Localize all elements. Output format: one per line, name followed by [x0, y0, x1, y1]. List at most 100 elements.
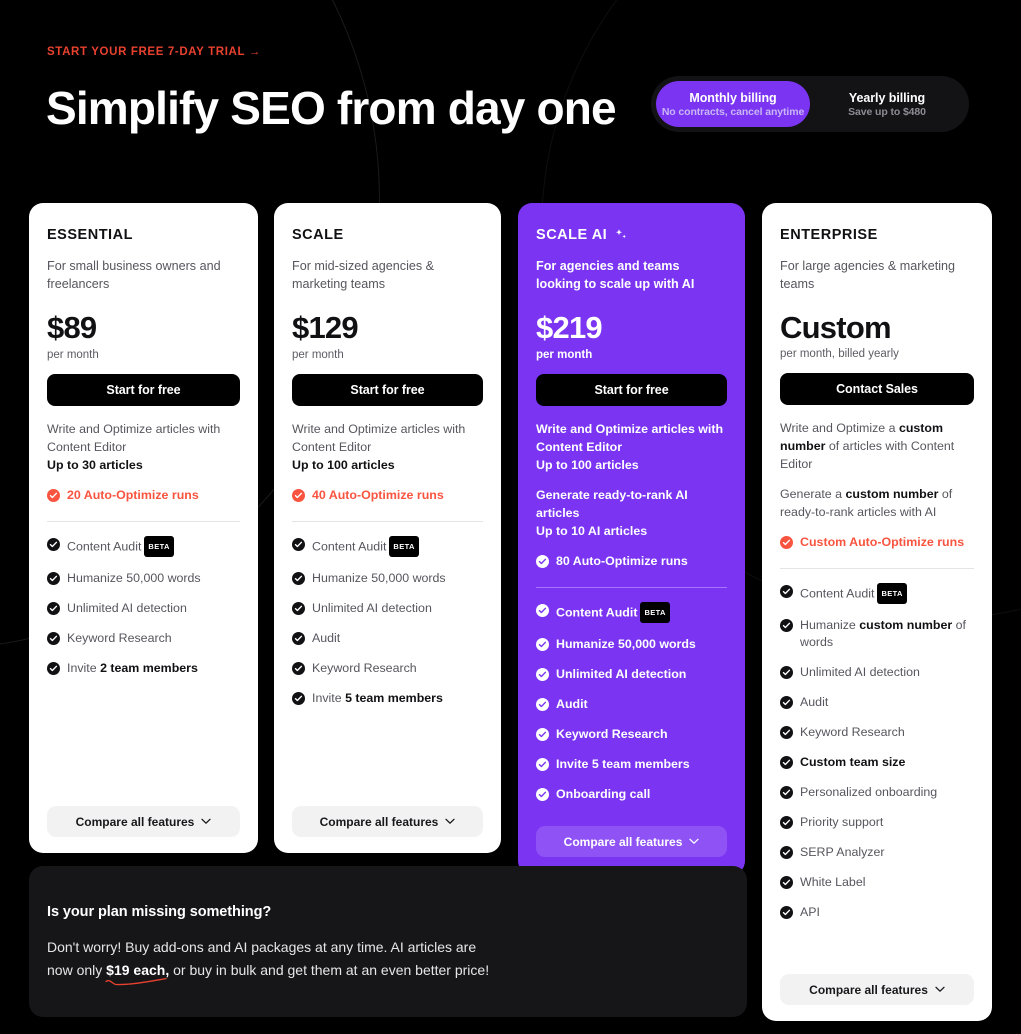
feature-label: White Label	[800, 875, 866, 889]
compare-all-features-button[interactable]: Compare all features	[292, 806, 484, 837]
beta-badge: BETA	[389, 536, 419, 557]
feature-label: Onboarding call	[556, 787, 651, 801]
feature-label: Humanize 50,000 words	[67, 571, 201, 585]
plan-blurb-ai-text: Generate ready-to-rank AI articles	[536, 488, 688, 520]
feature-label: Keyword Research	[312, 661, 417, 675]
callout-body: Don't worry! Buy add-ons and AI packages…	[47, 936, 547, 986]
compare-label: Compare all features	[563, 834, 683, 849]
plan-blurb-ai: Generate a custom number of ready-to-ran…	[780, 485, 974, 521]
feature-item: SERP Analyzer	[780, 844, 974, 861]
billing-yearly-sublabel: Save up to $480	[848, 105, 926, 118]
plan-price-note: per month	[536, 349, 593, 361]
check-circle-icon	[780, 666, 794, 679]
plan-name-text: ESSENTIAL	[47, 227, 133, 243]
plan-description: For mid-sized agencies & marketing teams	[292, 259, 435, 291]
feature-item: Humanize 50,000 words	[292, 570, 483, 587]
beta-badge: BETA	[144, 536, 174, 557]
plan-name-text: SCALE	[292, 227, 344, 243]
compare-all-features-button[interactable]: Compare all features	[47, 806, 240, 837]
check-circle-icon	[47, 489, 60, 502]
feature-item: White Label	[780, 874, 974, 891]
check-circle-icon	[47, 602, 60, 615]
feature-label: Priority support	[800, 815, 884, 829]
plan-price-note: per month	[47, 349, 99, 361]
feature-label: Unlimited AI detection	[67, 601, 187, 615]
start-for-free-button[interactable]: Start for free	[536, 374, 728, 406]
plan-blurb-pre: Write and Optimize a	[780, 421, 899, 435]
compare-all-features-button[interactable]: Compare all features	[780, 974, 975, 1005]
check-circle-icon	[780, 619, 794, 632]
compare-all-features-button[interactable]: Compare all features	[536, 826, 728, 857]
billing-yearly-label: Yearly billing	[848, 90, 926, 105]
feature-item: Personalized onboarding	[780, 784, 974, 801]
billing-monthly-sublabel: No contracts, cancel anytime	[661, 105, 805, 118]
plan-description: For small business owners and freelancer…	[47, 259, 221, 291]
callout-line1: Don't worry! Buy add-ons and AI packages…	[47, 939, 477, 955]
check-circle-icon	[292, 692, 305, 705]
check-circle-icon	[780, 756, 794, 769]
plan-blurb: Write and Optimize a custom number of ar…	[780, 419, 974, 473]
check-circle-icon	[536, 758, 550, 771]
feature-label: Unlimited AI detection	[800, 665, 920, 679]
underline-squiggle-icon	[105, 977, 167, 986]
callout-line2-pre: now only	[47, 962, 107, 978]
start-for-free-button[interactable]: Start for free	[292, 374, 484, 406]
auto-optimize-runs-label: 20 Auto-Optimize runs	[67, 488, 199, 502]
contact-sales-button[interactable]: Contact Sales	[780, 373, 975, 405]
check-circle-icon	[780, 846, 794, 859]
billing-period-toggle[interactable]: Monthly billing No contracts, cancel any…	[651, 76, 969, 132]
chevron-down-icon	[935, 986, 945, 992]
plan-blurb-ai-pre: Generate a	[780, 487, 846, 501]
feature-label: Unlimited AI detection	[556, 667, 687, 681]
plan-blurb-text: Write and Optimize articles with Content…	[292, 422, 466, 454]
feature-label: Content Audit BETA	[67, 536, 174, 557]
sparkle-icon	[614, 228, 628, 242]
start-for-free-button[interactable]: Start for free	[47, 374, 240, 406]
feature-item: Audit	[536, 696, 727, 713]
plan-name: ESSENTIAL	[47, 227, 240, 243]
auto-optimize-runs-label: 80 Auto-Optimize runs	[556, 554, 688, 568]
check-circle-icon	[536, 604, 550, 617]
billing-option-monthly[interactable]: Monthly billing No contracts, cancel any…	[656, 81, 810, 127]
plan-blurb: Write and Optimize articles with Content…	[536, 420, 727, 474]
check-circle-icon	[780, 906, 794, 919]
check-circle-icon	[292, 602, 305, 615]
feature-label: API	[800, 905, 821, 919]
feature-item: Humanize 50,000 words	[47, 570, 240, 587]
check-circle-icon	[47, 662, 60, 675]
plan-price: $129	[292, 310, 359, 345]
check-circle-icon	[536, 555, 550, 568]
feature-item: Keyword Research	[780, 724, 974, 741]
pricing-card-scale: SCALE For mid-sized agencies & marketing…	[274, 203, 502, 853]
plan-price-note: per month, billed yearly	[780, 348, 899, 360]
plan-price: $219	[536, 310, 603, 345]
feature-item: Keyword Research	[292, 660, 483, 677]
feature-label: Keyword Research	[800, 725, 905, 739]
pricing-card-enterprise: ENTERPRISE For large agencies & marketin…	[762, 203, 993, 1021]
feature-item: Custom team size	[780, 754, 974, 771]
feature-label: SERP Analyzer	[800, 845, 885, 859]
feature-item: Keyword Research	[47, 630, 240, 647]
compare-label: Compare all features	[809, 982, 928, 997]
feature-item: Unlimited AI detection	[536, 666, 727, 683]
auto-optimize-runs-row: 20 Auto-Optimize runs	[47, 487, 240, 504]
auto-optimize-runs-row: Custom Auto-Optimize runs	[780, 534, 974, 551]
billing-option-yearly[interactable]: Yearly billing Save up to $480	[810, 81, 964, 127]
feature-label: Audit	[312, 631, 341, 645]
check-circle-icon	[536, 698, 550, 711]
trial-eyebrow-link[interactable]: START YOUR FREE 7-DAY TRIAL →	[47, 46, 261, 58]
beta-badge: BETA	[640, 602, 670, 623]
chevron-down-icon	[201, 818, 212, 824]
feature-label: Audit	[556, 697, 588, 711]
plan-blurb-ai-bold: custom number	[845, 487, 939, 501]
addons-callout: Is your plan missing something? Don't wo…	[29, 866, 747, 1017]
feature-item: Invite 5 team members	[292, 690, 483, 707]
feature-item: Content Audit BETA	[292, 536, 483, 557]
card-divider	[536, 587, 728, 588]
feature-label: Invite 5 team members	[312, 691, 443, 705]
check-circle-icon	[292, 662, 305, 675]
plan-blurb-text: Write and Optimize articles with Content…	[536, 422, 724, 454]
feature-label: Humanize 50,000 words	[556, 637, 696, 651]
feature-label: Unlimited AI detection	[312, 601, 432, 615]
plan-blurb-ai: Generate ready-to-rank AI articles Up to…	[536, 486, 727, 540]
